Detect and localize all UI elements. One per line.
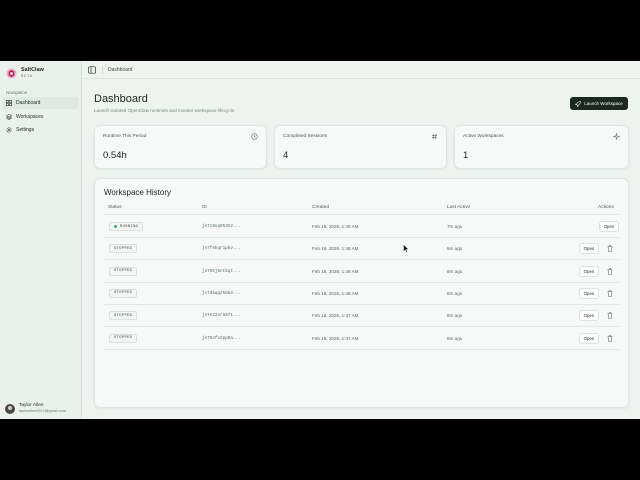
last-active: 8m ago bbox=[447, 335, 463, 341]
status-text: STOPPED bbox=[114, 291, 133, 296]
running-dot-icon bbox=[114, 225, 117, 228]
workspace-id: js7d5qqz56ke... bbox=[202, 290, 241, 296]
sidebar-toggle-icon[interactable] bbox=[88, 65, 96, 74]
table-row[interactable]: STOPPED js7d5qqz56ke... Feb 18, 2026, 1:48… bbox=[104, 283, 619, 305]
workspace-id: js79kj5ntkqt... bbox=[202, 268, 241, 274]
avatar bbox=[5, 403, 15, 414]
status-badge: RUNNING bbox=[109, 222, 144, 231]
gear-icon bbox=[6, 127, 12, 133]
stat-label: Completed Sessions bbox=[283, 134, 327, 139]
page-title: Dashboard bbox=[94, 93, 148, 105]
brand-beta-tag: BETA bbox=[21, 74, 34, 78]
user-profile[interactable]: Taylor Allen taylorallen0912@gmail.com bbox=[5, 403, 66, 414]
trash-icon[interactable] bbox=[607, 267, 613, 275]
mouse-cursor-icon bbox=[403, 244, 409, 253]
created-date: Feb 18, 2026, 1:48 AM bbox=[312, 268, 359, 274]
status-text: RUNNING bbox=[120, 224, 139, 229]
stat-label: Active Workspaces bbox=[463, 134, 504, 139]
stat-value: 0.54h bbox=[103, 150, 127, 161]
clock-icon bbox=[251, 133, 258, 140]
workspace-id: js7f6kqr1pkv... bbox=[202, 246, 241, 252]
created-date: Feb 18, 2026, 1:48 AM bbox=[312, 246, 359, 252]
stat-card-runtime: Runtime This Period 0.54h bbox=[94, 125, 267, 169]
sidebar-item-label: Dashboard bbox=[16, 100, 41, 106]
workspace-id: js79sfv2pp9a... bbox=[202, 335, 241, 341]
topbar: Dashboard bbox=[82, 61, 640, 79]
brand[interactable]: SaltClaw BETA bbox=[6, 67, 44, 79]
trash-icon[interactable] bbox=[607, 334, 613, 342]
breadcrumb-divider bbox=[102, 65, 103, 74]
stat-value: 1 bbox=[463, 150, 469, 161]
open-button[interactable]: Open bbox=[579, 332, 599, 344]
workspace-history-card: Workspace History Status ID Created Last… bbox=[94, 178, 629, 408]
open-button[interactable]: Open bbox=[579, 243, 599, 255]
workspace-id: js7c6vq053n2... bbox=[202, 224, 241, 229]
stat-label: Runtime This Period bbox=[103, 134, 147, 139]
sidebar-item-settings[interactable]: Settings bbox=[3, 124, 79, 136]
status-badge: STOPPED bbox=[109, 244, 138, 254]
sidebar-item-label: Workspaces bbox=[16, 114, 44, 120]
workspace-id: js7e22vra571... bbox=[202, 313, 241, 319]
status-text: STOPPED bbox=[114, 313, 133, 318]
nav-section-label: Navigation bbox=[6, 90, 28, 95]
column-header-id: ID bbox=[202, 205, 207, 210]
created-date: Feb 18, 2026, 1:48 AM bbox=[312, 290, 359, 296]
section-title: Workspace History bbox=[104, 188, 171, 197]
hash-icon bbox=[431, 133, 438, 140]
brand-name: SaltClaw bbox=[21, 67, 44, 73]
open-button[interactable]: Open bbox=[599, 221, 619, 232]
stat-value: 4 bbox=[283, 150, 289, 161]
column-header-status: Status bbox=[108, 205, 122, 210]
sidebar-item-label: Settings bbox=[16, 127, 35, 133]
sidebar-item-dashboard[interactable]: Dashboard bbox=[3, 97, 79, 109]
stat-card-active: Active Workspaces 1 bbox=[454, 125, 629, 169]
app-window: SaltClaw BETA Navigation Dashboard Works… bbox=[0, 61, 640, 419]
user-email: taylorallen0912@gmail.com bbox=[19, 409, 66, 413]
sidebar: SaltClaw BETA Navigation Dashboard Works… bbox=[0, 61, 82, 419]
trash-icon[interactable] bbox=[607, 290, 613, 297]
status-badge: STOPPED bbox=[109, 288, 138, 298]
page-subtitle: Launch isolated OpenClaw runtimes and mo… bbox=[94, 108, 236, 113]
table-row[interactable]: STOPPED js79sfv2pp9a... Feb 18, 2026, 1:47… bbox=[104, 328, 619, 350]
last-active: 8m ago bbox=[447, 268, 463, 274]
column-header-actions: Actions bbox=[598, 205, 614, 210]
created-date: Feb 18, 2026, 1:47 AM bbox=[312, 335, 359, 341]
column-header-created: Created bbox=[312, 205, 330, 210]
last-active: 7m ago bbox=[447, 224, 463, 229]
launch-workspace-button[interactable]: Launch Workspace bbox=[570, 97, 628, 110]
breadcrumb[interactable]: Dashboard bbox=[108, 67, 132, 73]
open-button[interactable]: Open bbox=[579, 265, 599, 277]
last-active: 8m ago bbox=[447, 313, 463, 319]
trash-icon[interactable] bbox=[607, 245, 613, 252]
table-row[interactable]: STOPPED js7f6kqr1pkv... Feb 18, 2026, 1:48… bbox=[104, 238, 619, 261]
table-row[interactable]: STOPPED js79kj5ntkqt... Feb 18, 2026, 1:48… bbox=[104, 261, 619, 283]
status-text: STOPPED bbox=[114, 246, 133, 251]
stat-card-sessions: Completed Sessions 4 bbox=[274, 125, 447, 169]
status-badge: STOPPED bbox=[109, 266, 138, 276]
open-button[interactable]: Open bbox=[579, 310, 599, 322]
brand-logo-icon bbox=[6, 68, 17, 79]
dashboard-icon bbox=[6, 100, 12, 106]
status-badge: STOPPED bbox=[109, 333, 138, 343]
column-header-last-active: Last Active bbox=[447, 205, 471, 210]
status-text: STOPPED bbox=[114, 336, 133, 340]
table-row[interactable]: STOPPED js7e22vra571... Feb 18, 2026, 1:47… bbox=[104, 305, 619, 328]
created-date: Feb 18, 2026, 1:47 AM bbox=[312, 313, 359, 319]
launch-workspace-label: Launch Workspace bbox=[584, 101, 623, 106]
status-text: STOPPED bbox=[114, 269, 133, 274]
status-badge: STOPPED bbox=[109, 311, 138, 321]
trash-icon[interactable] bbox=[607, 312, 613, 319]
last-active: 8m ago bbox=[447, 290, 463, 296]
rocket-icon bbox=[575, 100, 582, 107]
layers-icon bbox=[6, 114, 12, 120]
last-active: 8m ago bbox=[447, 246, 463, 252]
created-date: Feb 18, 2026, 1:49 AM bbox=[312, 224, 359, 229]
table-row[interactable]: RUNNING js7c6vq053n2... Feb 18, 2026, 1:49… bbox=[104, 216, 619, 238]
open-button[interactable]: Open bbox=[579, 287, 599, 299]
sparkle-icon bbox=[613, 133, 620, 140]
sidebar-item-workspaces[interactable]: Workspaces bbox=[3, 111, 79, 123]
